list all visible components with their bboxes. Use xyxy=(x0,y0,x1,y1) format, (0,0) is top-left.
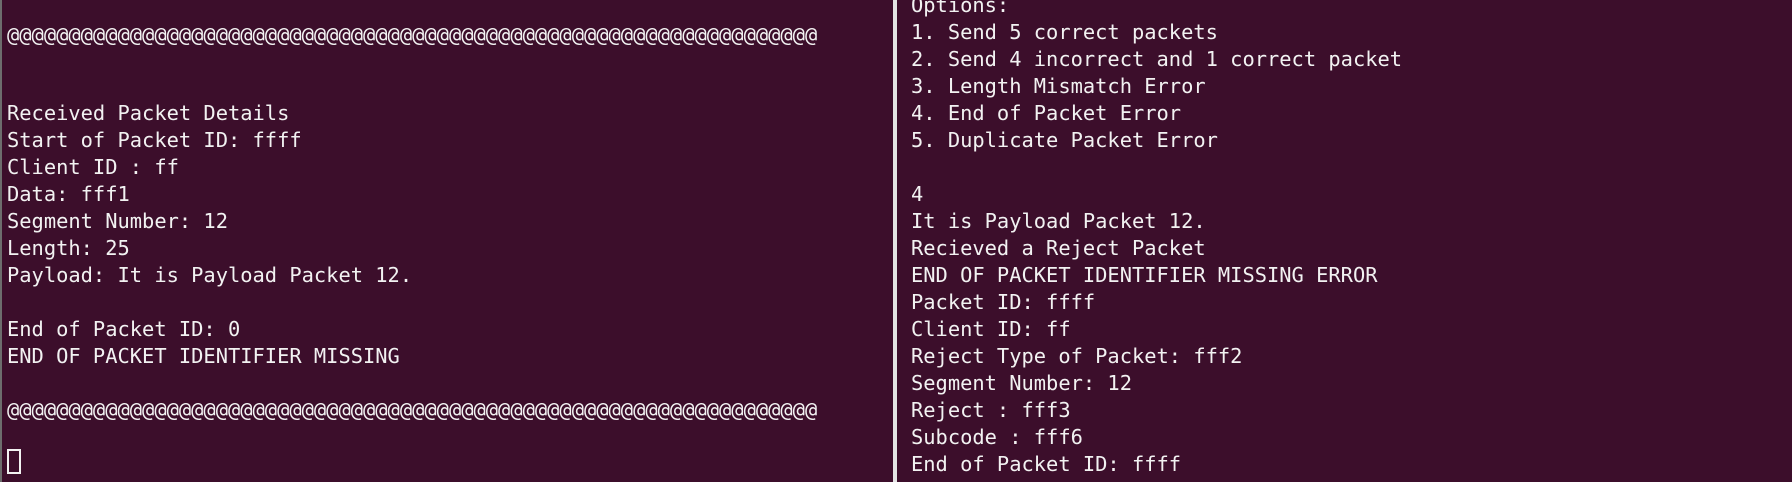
end-missing-message: END OF PACKET IDENTIFIER MISSING xyxy=(7,344,400,368)
separator-line: @@@@@@@@@@@@@@@@@@@@@@@@@@@@@@@@@@@@@@@@… xyxy=(7,398,818,422)
start-packet-id: Start of Packet ID: ffff xyxy=(7,128,302,152)
option-item: 1. Send 5 correct packets xyxy=(911,20,1218,44)
reject-received: Recieved a Reject Packet xyxy=(911,236,1206,260)
options-title: Options: xyxy=(911,0,1010,17)
length-line: Length: 25 xyxy=(7,236,130,260)
data-line: Data: fff1 xyxy=(7,182,130,206)
option-item: 4. End of Packet Error xyxy=(911,101,1182,125)
error-message: END OF PACKET IDENTIFIER MISSING ERROR xyxy=(911,263,1378,287)
client-id: Client ID : ff xyxy=(7,155,179,179)
right-terminal[interactable]: Options: 1. Send 5 correct packets 2. Se… xyxy=(897,0,1792,482)
left-terminal[interactable]: @@@@@@@@@@@@@@@@@@@@@@@@@@@@@@@@@@@@@@@@… xyxy=(0,0,893,482)
segment-number: Segment Number: 12 xyxy=(7,209,228,233)
user-choice: 4 xyxy=(911,182,924,206)
end-packet-id: End of Packet ID: ffff xyxy=(911,452,1182,476)
received-heading: Received Packet Details xyxy=(7,101,290,125)
payload-line: Payload: It is Payload Packet 12. xyxy=(7,263,413,287)
packet-id: Packet ID: ffff xyxy=(911,290,1096,314)
reject-code: Reject : fff3 xyxy=(911,398,1071,422)
end-packet-id: End of Packet ID: 0 xyxy=(7,317,241,341)
option-item: 5. Duplicate Packet Error xyxy=(911,128,1218,152)
screen: @@@@@@@@@@@@@@@@@@@@@@@@@@@@@@@@@@@@@@@@… xyxy=(0,0,1792,486)
payload-line: It is Payload Packet 12. xyxy=(911,209,1206,233)
subcode: Subcode : fff6 xyxy=(911,425,1083,449)
segment-number: Segment Number: 12 xyxy=(911,371,1132,395)
reject-type: Reject Type of Packet: fff2 xyxy=(911,344,1243,368)
client-id: Client ID: ff xyxy=(911,317,1071,341)
text-cursor xyxy=(7,449,21,474)
option-item: 2. Send 4 incorrect and 1 correct packet xyxy=(911,47,1403,71)
option-item: 3. Length Mismatch Error xyxy=(911,74,1206,98)
separator-line: @@@@@@@@@@@@@@@@@@@@@@@@@@@@@@@@@@@@@@@@… xyxy=(7,23,818,47)
